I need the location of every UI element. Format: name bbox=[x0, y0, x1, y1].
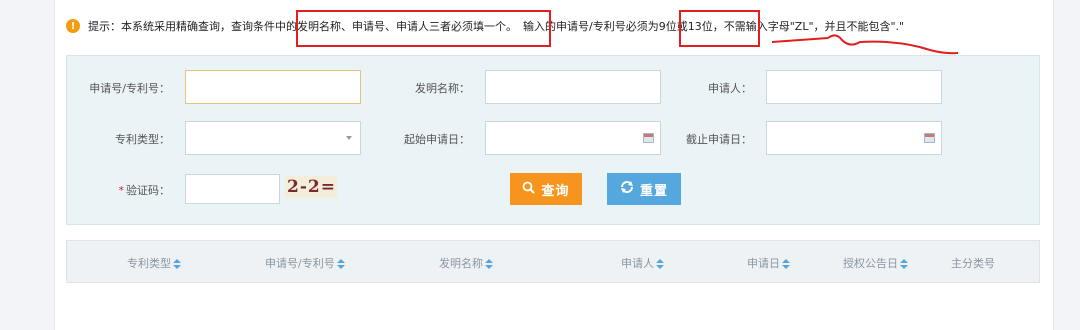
chevron-down-icon bbox=[346, 136, 352, 140]
required-mark: * bbox=[118, 184, 125, 197]
sort-icon[interactable] bbox=[336, 259, 345, 269]
patent-type-label: 专利类型： bbox=[115, 133, 170, 146]
search-button-label: 查询 bbox=[541, 183, 570, 199]
results-table-header: 专利类型 申请号/专利号 发明名称 申请人 申请日 授权公告日 主分类号 bbox=[66, 240, 1040, 283]
sort-icon[interactable] bbox=[900, 259, 908, 269]
captcha-label: * 验证码： bbox=[70, 182, 171, 198]
end-date-input[interactable] bbox=[766, 121, 942, 155]
invention-name-label: 发明名称： bbox=[415, 82, 470, 95]
sort-icon[interactable] bbox=[485, 259, 493, 269]
start-date-input[interactable] bbox=[485, 121, 661, 155]
end-date-label: 截止申请日： bbox=[686, 133, 752, 146]
patent-type-select[interactable] bbox=[185, 121, 361, 155]
sort-icon[interactable] bbox=[656, 259, 664, 269]
column-header-grant-date[interactable]: 授权公告日 bbox=[843, 255, 908, 271]
column-header-app-date[interactable]: 申请日 bbox=[747, 255, 790, 271]
captcha-input[interactable] bbox=[185, 174, 280, 204]
app-no-input[interactable] bbox=[185, 70, 361, 104]
search-button[interactable]: 查询 bbox=[510, 173, 582, 205]
applicant-input[interactable] bbox=[766, 70, 942, 104]
column-header-invention-name[interactable]: 发明名称 bbox=[439, 255, 493, 271]
start-date-label: 起始申请日： bbox=[404, 133, 470, 146]
sort-icon[interactable] bbox=[173, 259, 181, 269]
calendar-icon[interactable] bbox=[924, 133, 935, 143]
column-header-applicant[interactable]: 申请人 bbox=[621, 255, 664, 271]
sort-icon[interactable] bbox=[782, 259, 790, 269]
applicant-label: 申请人： bbox=[708, 82, 752, 95]
refresh-icon bbox=[620, 180, 634, 198]
invention-name-input[interactable] bbox=[485, 70, 661, 104]
column-header-patent-type[interactable]: 专利类型 bbox=[127, 255, 181, 271]
captcha-image[interactable]: 2-2= bbox=[285, 176, 337, 198]
column-header-main-class: 主分类号 bbox=[951, 257, 995, 270]
reset-button[interactable]: 重置 bbox=[607, 173, 681, 205]
app-no-label: 申请号/专利号： bbox=[89, 82, 170, 95]
captcha-label-text: 验证码： bbox=[126, 184, 170, 197]
search-icon bbox=[522, 181, 536, 198]
column-header-app-no[interactable]: 申请号/专利号 bbox=[265, 255, 345, 271]
reset-button-label: 重置 bbox=[639, 183, 668, 199]
